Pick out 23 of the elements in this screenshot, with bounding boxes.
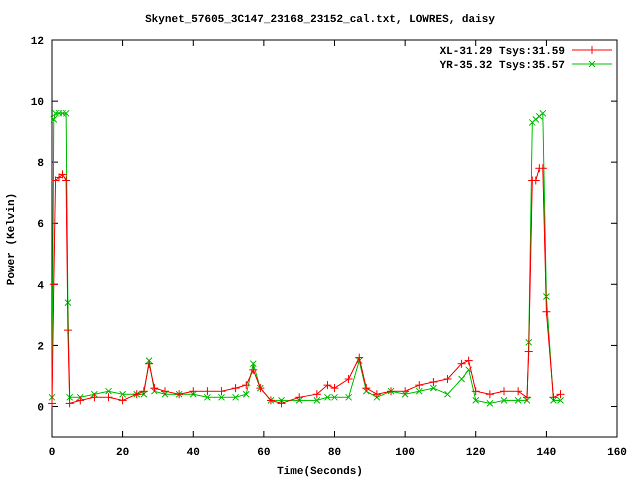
y-tick-label: 4 xyxy=(37,280,44,292)
y-tick-label: 0 xyxy=(37,402,44,414)
y-tick-label: 12 xyxy=(30,36,44,48)
y-tick-label: 6 xyxy=(37,219,44,232)
x-tick-label: 100 xyxy=(395,447,416,459)
x-tick-label: 160 xyxy=(607,447,627,459)
x-tick-label: 40 xyxy=(186,447,200,459)
x-tick-label: 80 xyxy=(328,447,342,459)
legend-marker xyxy=(572,46,612,54)
x-tick-label: 140 xyxy=(536,447,556,459)
x-tick-label: 60 xyxy=(257,447,270,459)
x-tick-label: 120 xyxy=(466,447,486,459)
legend-label: YR-35.32 Tsys:35.57 xyxy=(440,60,565,72)
y-axis-label: Power (Kelvin) xyxy=(6,192,18,286)
y-tick-label: 2 xyxy=(37,341,44,354)
chart-title: Skynet_57605_3C147_23168_23152_cal.txt, LOWRES, daisy xyxy=(145,14,495,26)
x-axis-label: Time(Seconds) xyxy=(277,466,363,478)
x-tick-label: 20 xyxy=(116,447,130,459)
x-tick-label: 0 xyxy=(48,447,56,459)
legend-marker xyxy=(572,60,612,68)
y-tick-label: 8 xyxy=(37,158,44,170)
legend-label: XL-31.29 Tsys:31.59 xyxy=(440,46,565,58)
y-tick-label: 10 xyxy=(30,97,44,110)
